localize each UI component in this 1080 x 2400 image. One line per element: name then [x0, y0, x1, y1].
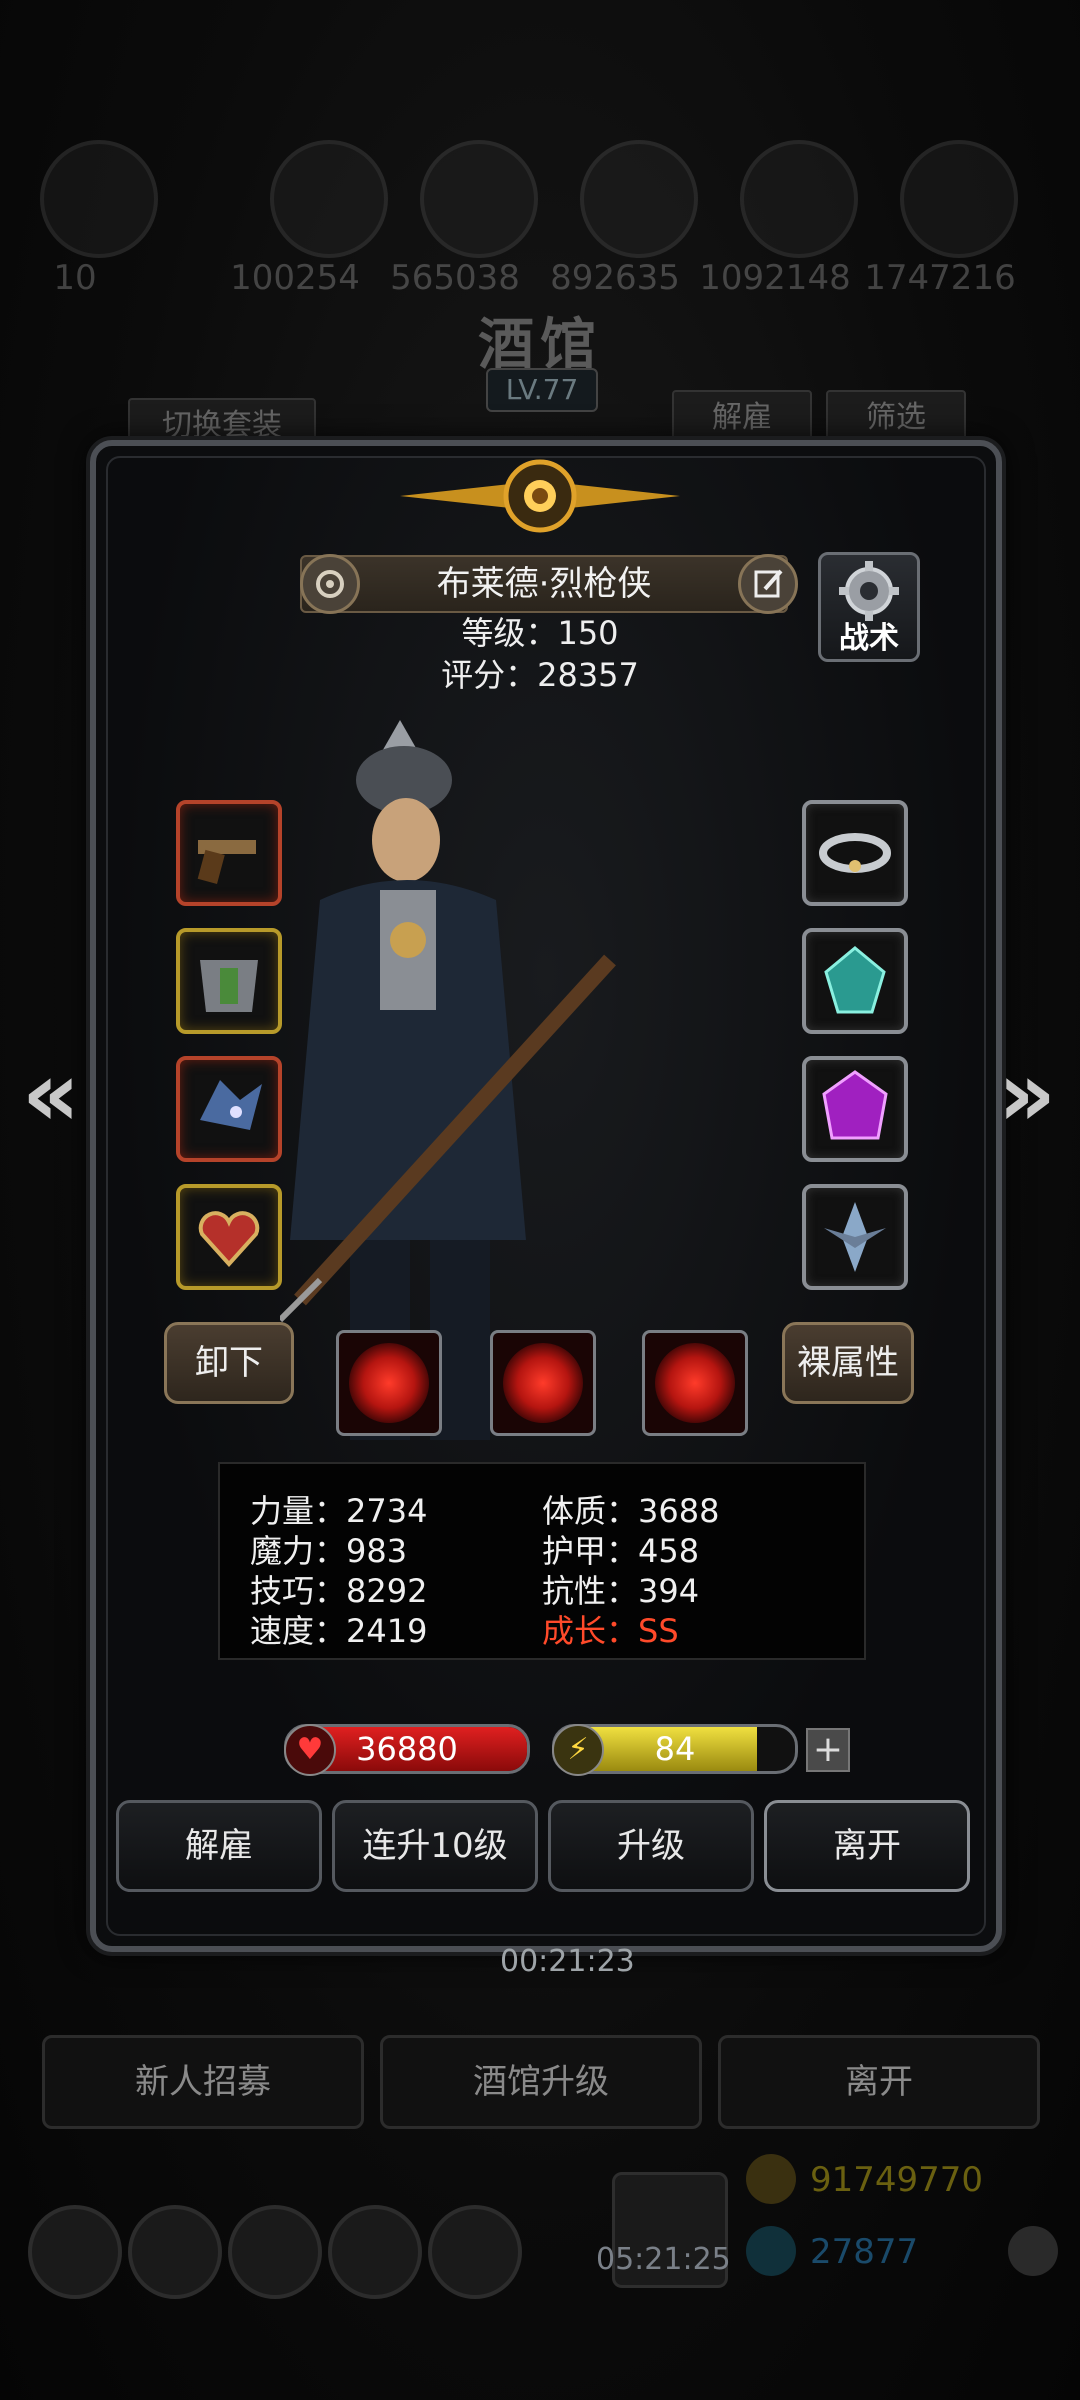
upgrade-button[interactable]: 升级 — [548, 1800, 754, 1892]
gold-amount: 91749770 — [810, 2160, 984, 2200]
dragon-helm-icon — [200, 1080, 262, 1130]
dismiss-button[interactable]: 解雇 — [116, 1800, 322, 1892]
nav-circle-icon[interactable] — [228, 2205, 322, 2299]
pistol-icon — [197, 840, 256, 884]
resource-value: 565038 — [390, 258, 520, 298]
vortex-skill-icon — [503, 1343, 583, 1423]
tactics-label: 战术 — [839, 621, 899, 656]
next-hero-arrow-icon[interactable]: » — [992, 1040, 1062, 1150]
refresh-timer: 00:21:23 — [500, 1944, 635, 1979]
resource-bar: 10 100254 565038 892635 1092148 1747216 — [20, 140, 1060, 298]
stat-speed: 速度：2419 — [250, 1612, 428, 1650]
sun-emblem-icon — [400, 459, 680, 533]
treasure-icon — [40, 140, 158, 258]
target-skill-icon — [655, 1343, 735, 1423]
resource-value: 100254 — [230, 258, 360, 298]
crosshair-skill-icon — [349, 1343, 429, 1423]
gem-amount: 27877 — [810, 2232, 919, 2272]
resource-value: 1092148 — [699, 258, 851, 298]
pistol-slot[interactable] — [176, 800, 282, 906]
skill-slot-3[interactable] — [642, 1330, 748, 1436]
nav-circle-icon[interactable] — [128, 2205, 222, 2299]
resource-icon-1 — [270, 140, 388, 258]
armor-icon — [200, 960, 258, 1012]
add-energy-button[interactable]: + — [806, 1728, 850, 1772]
edit-name-icon[interactable] — [738, 554, 798, 614]
recruit-button[interactable]: 新人招募 — [42, 2035, 364, 2129]
portrait-icon[interactable] — [300, 554, 360, 614]
stats-panel: 力量：2734 魔力：983 技巧：8292 速度：2419 体质：3688 护… — [218, 1462, 866, 1660]
teal-gem-icon — [824, 946, 886, 1014]
nav-circle-icon[interactable] — [428, 2205, 522, 2299]
bg-leave-button[interactable]: 离开 — [718, 2035, 1040, 2129]
lightning-icon: ⚡ — [552, 1724, 604, 1776]
resource-icon-4 — [740, 140, 858, 258]
resource-icon-2 — [420, 140, 538, 258]
leave-button[interactable]: 离开 — [764, 1800, 970, 1892]
bg-dismiss-button[interactable]: 解雇 — [672, 390, 812, 446]
emblem-slot[interactable] — [802, 1184, 908, 1290]
nav-circle-icon[interactable] — [328, 2205, 422, 2299]
tactics-button[interactable]: 战术 — [818, 552, 920, 662]
gift-timer: 05:21:25 — [596, 2242, 731, 2277]
level-up-10-button[interactable]: 连升10级 — [332, 1800, 538, 1892]
add-icon[interactable] — [1008, 2226, 1058, 2276]
stat-growth: 成长：SS — [542, 1612, 679, 1650]
bg-filter-button[interactable]: 筛选 — [826, 390, 966, 446]
ring-slot[interactable] — [802, 800, 908, 906]
resource-icon-3 — [580, 140, 698, 258]
resource-value: 1747216 — [864, 258, 1016, 298]
tavern-upgrade-button[interactable]: 酒馆升级 — [380, 2035, 702, 2129]
teal-gem-slot[interactable] — [802, 928, 908, 1034]
gem-icon — [746, 2226, 796, 2276]
armor-slot[interactable] — [176, 928, 282, 1034]
hero-name: 布莱德·烈枪侠 — [300, 555, 788, 613]
heart-icon: ♥ — [284, 1724, 336, 1776]
crystal-emblem-icon — [824, 1202, 886, 1272]
prev-hero-arrow-icon[interactable]: « — [16, 1040, 86, 1150]
skill-slot-1[interactable] — [336, 1330, 442, 1436]
resource-icon-5 — [900, 140, 1018, 258]
unequip-button[interactable]: 卸下 — [164, 1322, 294, 1404]
base-attributes-button[interactable]: 裸属性 — [782, 1322, 914, 1404]
purple-gem-slot[interactable] — [802, 1056, 908, 1162]
heart-amulet-icon — [198, 1211, 260, 1267]
ring-icon — [819, 833, 891, 873]
skill-slot-2[interactable] — [490, 1330, 596, 1436]
gold-coin-icon — [746, 2154, 796, 2204]
resource-value: 892635 — [550, 258, 680, 298]
nav-circle-icon[interactable] — [28, 2205, 122, 2299]
tavern-level: LV.77 — [486, 368, 598, 412]
amulet-slot[interactable] — [176, 1184, 282, 1290]
dragon-slot[interactable] — [176, 1056, 282, 1162]
purple-gem-icon — [822, 1070, 888, 1140]
resource-value: 10 — [53, 258, 97, 298]
